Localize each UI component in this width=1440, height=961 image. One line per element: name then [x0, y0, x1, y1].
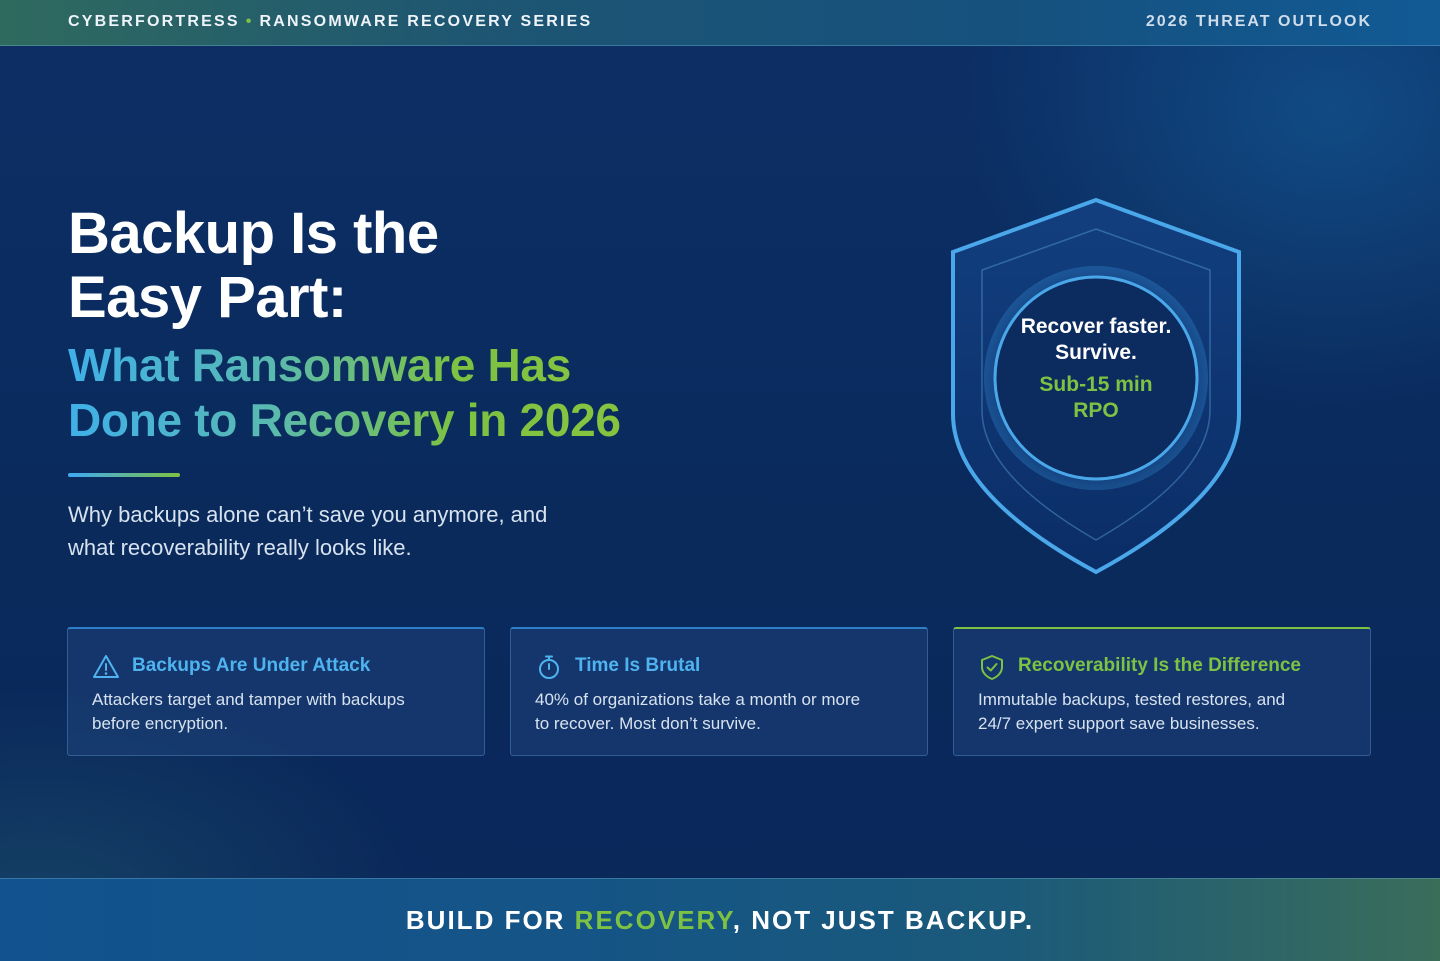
card-body-line-1: Immutable backups, tested restores, and [978, 690, 1286, 709]
shield-line-1: Recover faster. [1020, 315, 1172, 338]
shield-check-icon [981, 655, 1003, 680]
tagline: BUILD FOR RECOVERY, NOT JUST BACKUP. [0, 905, 1440, 936]
shield-message: Recover faster. Survive. Sub-15 min RPO [996, 314, 1196, 424]
page-subtitle: What Ransomware Has Done to Recovery in … [68, 338, 621, 448]
card-body-line-2: to recover. Most don’t survive. [535, 714, 761, 733]
brand-name: CYBERFORTRESS [68, 13, 240, 30]
page-title: Backup Is the Easy Part: [68, 202, 439, 330]
card-title: Backups Are Under Attack [132, 655, 371, 676]
tagline-accent: RECOVERY [574, 905, 733, 935]
accent-divider [68, 473, 180, 477]
lead-paragraph: Why backups alone can’t save you anymore… [68, 498, 688, 564]
series-label: CYBERFORTRESS • RANSOMWARE RECOVERY SERIES [68, 13, 592, 31]
tagline-part-2: , NOT JUST BACKUP. [732, 905, 1035, 935]
card-body-line-2: 24/7 expert support save businesses. [978, 714, 1260, 733]
warning-icon [93, 655, 119, 678]
card-body: Attackers target and tamper with backups… [92, 688, 472, 736]
lead-line-2: what recoverability really looks like. [68, 535, 412, 560]
card-body-line-2: before encryption. [92, 714, 229, 733]
card-body-line-1: Attackers target and tamper with backups [92, 690, 405, 709]
bottom-banner: BUILD FOR RECOVERY, NOT JUST BACKUP. [0, 878, 1440, 961]
card-title: Time Is Brutal [575, 655, 701, 676]
shield-stat-line-2: RPO [1073, 399, 1119, 422]
title-line-1: Backup Is the [68, 201, 439, 266]
series-name: RANSOMWARE RECOVERY SERIES [259, 13, 593, 30]
card-title: Recoverability Is the Difference [1018, 655, 1301, 676]
card-body-line-1: 40% of organizations take a month or mor… [535, 690, 861, 709]
subtitle-line-2: Done to Recovery in 2026 [68, 394, 621, 446]
shield-stat-line-1: Sub-15 min [1039, 373, 1153, 396]
card-body: 40% of organizations take a month or mor… [535, 688, 915, 736]
separator-dot: • [245, 13, 254, 30]
shield-line-2: Survive. [1055, 341, 1137, 364]
shield-graphic: Recover faster. Survive. Sub-15 min RPO [950, 196, 1242, 576]
stopwatch-icon [539, 655, 559, 679]
card-time-is-brutal: Time Is Brutal 40% of organizations take… [510, 627, 928, 756]
subtitle-line-1: What Ransomware Has [68, 339, 571, 391]
card-recoverability: Recoverability Is the Difference Immutab… [953, 627, 1371, 756]
card-body: Immutable backups, tested restores, and … [978, 688, 1358, 736]
top-banner: CYBERFORTRESS • RANSOMWARE RECOVERY SERIES… [0, 0, 1440, 46]
card-backups-under-attack: Backups Are Under Attack Attackers targe… [67, 627, 485, 756]
tagline-part-1: BUILD FOR [405, 905, 575, 935]
title-line-2: Easy Part: [68, 265, 347, 330]
outlook-label: 2026 THREAT OUTLOOK [1145, 13, 1372, 30]
lead-line-1: Why backups alone can’t save you anymore… [68, 502, 548, 527]
